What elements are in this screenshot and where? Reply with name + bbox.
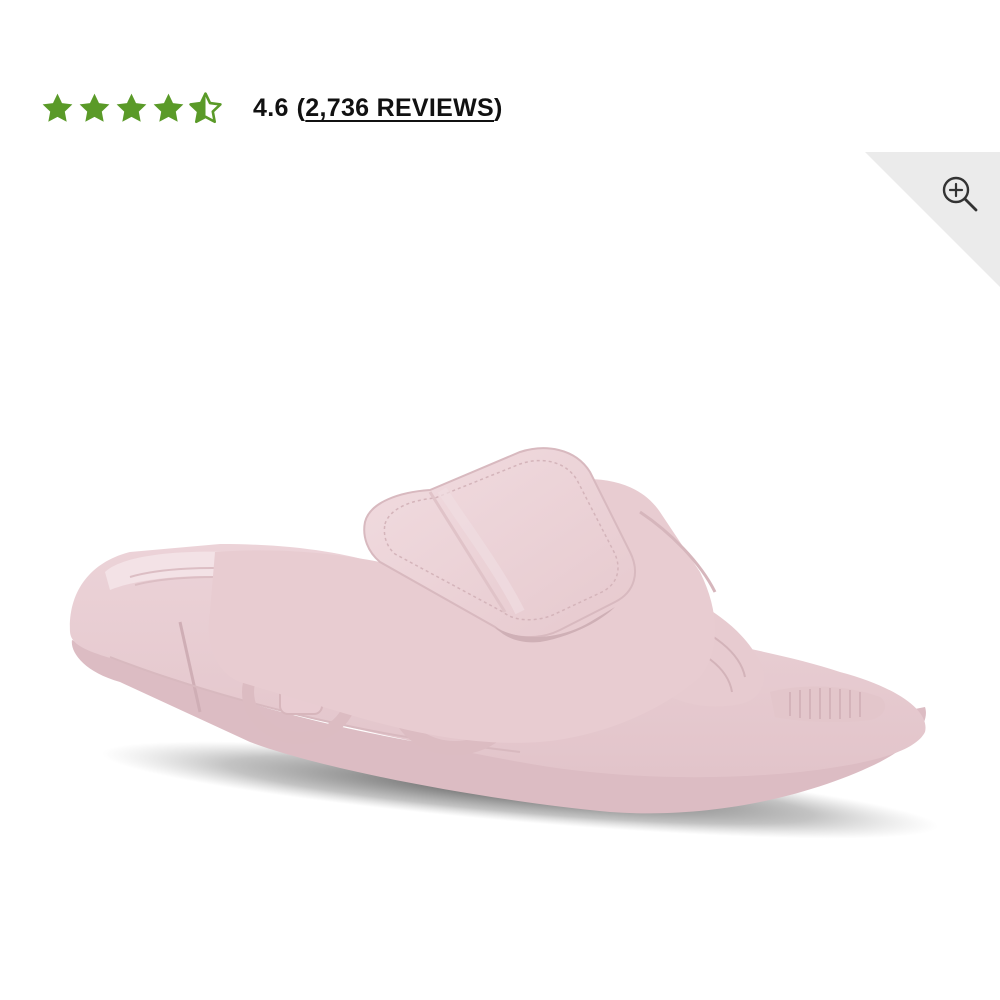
rating-value: 4.6 — [253, 93, 289, 122]
zoom-in-icon — [942, 176, 978, 212]
product-page: 4.6 (2,736 REVIEWS) — [0, 0, 1000, 1000]
half-star-icon — [189, 91, 222, 123]
star-icon — [79, 93, 110, 122]
rating-text: 4.6 (2,736 REVIEWS) — [253, 94, 503, 123]
star-icon — [116, 93, 147, 122]
zoom-button[interactable] — [865, 152, 1000, 287]
reviews-open-paren: ( — [296, 93, 306, 122]
product-image — [69, 447, 939, 839]
reviews-link[interactable]: 2,736 REVIEWS — [305, 94, 494, 123]
rating-summary: 4.6 (2,736 REVIEWS) — [40, 88, 503, 128]
star-icon — [153, 93, 184, 122]
star-icon — [42, 93, 73, 122]
star-rating[interactable] — [40, 91, 223, 126]
reviews-close-paren: ) — [494, 93, 503, 122]
product-image-viewer[interactable] — [0, 152, 1000, 1000]
corner-fold-bg — [865, 152, 1000, 287]
